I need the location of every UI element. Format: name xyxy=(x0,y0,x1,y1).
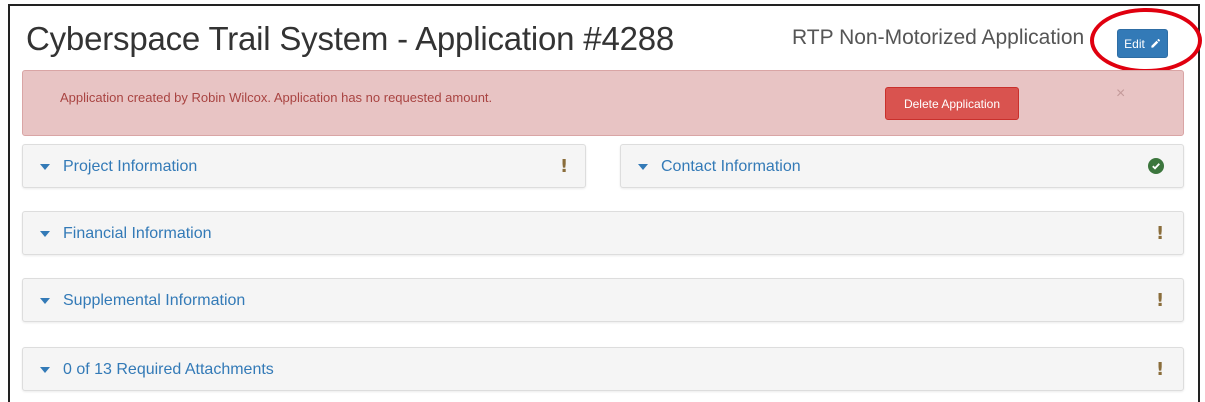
caret-down-icon xyxy=(40,164,50,170)
delete-application-button[interactable]: Delete Application xyxy=(885,87,1019,120)
panel-contact-information[interactable]: Contact Information xyxy=(620,144,1184,188)
edit-button-label: Edit xyxy=(1124,36,1145,51)
panel-label: Project Information xyxy=(63,158,198,175)
panel-financial-information[interactable]: Financial Information ! xyxy=(22,211,1184,255)
panel-label: Supplemental Information xyxy=(63,292,246,309)
caret-down-icon xyxy=(40,298,50,304)
caret-down-icon xyxy=(40,367,50,373)
exclamation-icon: ! xyxy=(1156,223,1165,244)
exclamation-icon: ! xyxy=(560,156,569,177)
alert-message: Application created by Robin Wilcox. App… xyxy=(60,90,493,105)
check-circle-icon xyxy=(1148,158,1164,174)
panel-project-information[interactable]: Project Information ! xyxy=(22,144,586,188)
caret-down-icon xyxy=(40,231,50,237)
application-type-label: RTP Non-Motorized Application xyxy=(792,26,1085,49)
panel-label: Financial Information xyxy=(63,225,212,242)
page-title: Cyberspace Trail System - Application #4… xyxy=(26,20,675,57)
panel-required-attachments[interactable]: 0 of 13 Required Attachments ! xyxy=(22,347,1184,391)
caret-down-icon xyxy=(638,164,648,170)
exclamation-icon: ! xyxy=(1156,359,1165,380)
alert-banner: Application created by Robin Wilcox. App… xyxy=(22,70,1184,136)
close-icon[interactable]: × xyxy=(1116,85,1125,103)
panel-label: Contact Information xyxy=(661,158,801,175)
exclamation-icon: ! xyxy=(1156,290,1165,311)
panel-label: 0 of 13 Required Attachments xyxy=(63,361,274,378)
page-frame xyxy=(8,4,1200,402)
pencil-icon xyxy=(1151,39,1160,48)
edit-button[interactable]: Edit xyxy=(1117,29,1168,58)
panel-supplemental-information[interactable]: Supplemental Information ! xyxy=(22,278,1184,322)
